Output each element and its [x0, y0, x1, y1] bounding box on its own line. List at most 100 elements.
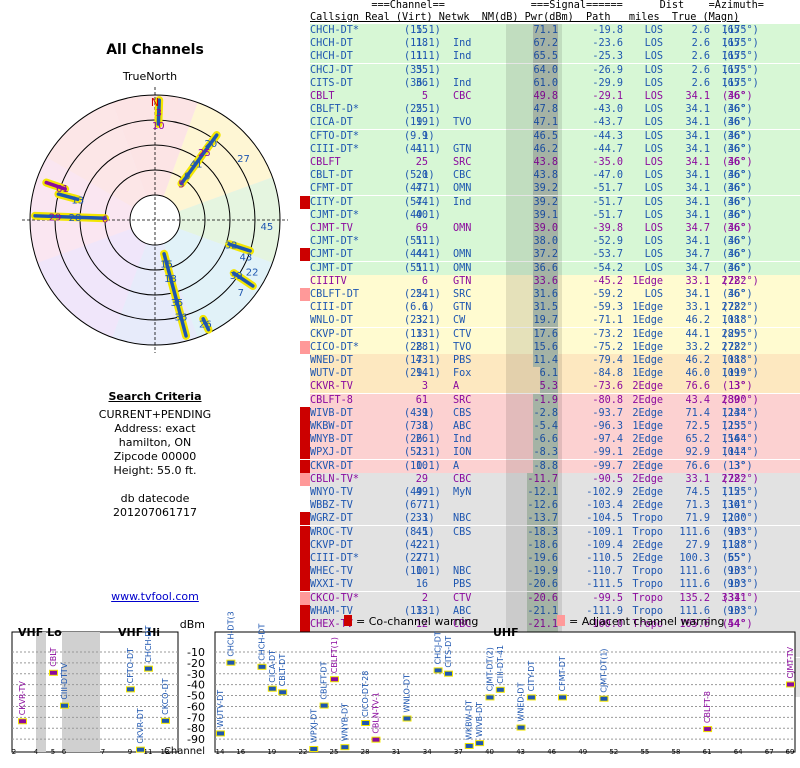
adjacent-legend-icon: [557, 615, 565, 626]
cell-netwk: CBS: [453, 407, 472, 419]
cell-dist: 34.1: [685, 170, 710, 182]
cell-dist: 76.6: [685, 381, 710, 393]
cell-nm: 47.8: [533, 103, 558, 117]
station-mark: [279, 690, 287, 695]
cell-mag: (46°): [722, 196, 753, 208]
cell-callsign: WROC-TV: [310, 526, 353, 538]
x-tick-label: 7: [101, 748, 105, 756]
cell-mag: (46°): [722, 262, 753, 274]
cell-dist: 46.2: [685, 355, 710, 366]
cochannel-warning-icon: [300, 248, 310, 262]
cell-mag: (134°): [722, 407, 759, 419]
cell-netwk: TVO: [453, 341, 472, 353]
table-row: CJMT-DT* 40 (40.1) 39.1 -51.7 LOS 34.1 36° (46°): [310, 208, 800, 222]
cell-netwk: Ind: [453, 434, 472, 446]
cell-nm: 19.7: [533, 314, 558, 328]
table-row: CICO-DT* 28 (28.1) TVO 15.6 -75.2 1Edge 33.2 272…: [300, 340, 800, 354]
station-mark: [320, 703, 328, 708]
cell-nm: 38.0: [533, 235, 558, 249]
cochannel-warning-icon: [300, 420, 310, 433]
cell-mag: (46°): [722, 289, 753, 300]
cell-dist: 111.6: [679, 526, 710, 538]
cell-virt: (49.1): [404, 487, 441, 498]
cell-mag: (175°): [722, 77, 759, 89]
cell-virt: (35.1): [404, 64, 441, 76]
station-mark: [258, 664, 266, 669]
table-row: WNYO-TV 49 (49.1) MyN -12.1 -102.9 2Edge 74.5 11…: [310, 486, 800, 499]
cell-netwk: Ind: [453, 196, 472, 208]
cell-netwk: OMN: [453, 223, 472, 234]
cell-path: 2Edge: [632, 381, 663, 393]
cell-callsign: CJMT-DT: [310, 262, 353, 274]
station-label: CFMT-DT: [558, 656, 567, 691]
station-mark: [465, 743, 473, 748]
adjacent-warning-icon: [300, 340, 310, 354]
table-row: CKCO-TV* 2 CTV -20.6 -99.5 Tropo 135.2 331° (341…: [300, 591, 800, 605]
cell-mag: (46°): [722, 236, 753, 248]
cell-callsign: WUTV-DT: [310, 368, 353, 380]
cell-mag: (13°): [722, 381, 753, 393]
cell-pwr: -43.7: [592, 117, 623, 129]
cell-callsign: CIII-DT: [310, 302, 353, 314]
table-row: WROC-TV 45 (8.1) CBS -18.3 -109.1 Tropo 111.6 93…: [300, 525, 800, 539]
station-mark: [600, 696, 608, 701]
table-row: WPXJ-DT 23 (51.1) ION -8.3 -99.1 2Edge 92.9 104°…: [300, 446, 800, 460]
cell-nm: 43.8: [533, 156, 558, 169]
table-row: WIVB-DT 39 (4.1) CBS -2.8 -93.7 2Edge 71.4 124°(…: [300, 406, 800, 420]
station-label: WNED-DT: [517, 682, 526, 721]
cell-pwr: -53.7: [592, 249, 623, 261]
cell-nm: 6.1: [539, 367, 558, 381]
cell-callsign: CKVR-TV: [310, 381, 353, 393]
x-tick-label: 61: [703, 748, 712, 756]
cell-path: Tropo: [632, 579, 663, 591]
cell-dist: 46.0: [685, 368, 710, 380]
cell-nm: -2.8: [533, 406, 558, 420]
cell-dist: 100.3: [679, 553, 710, 564]
site-link[interactable]: www.tvfool.com: [60, 590, 250, 603]
cell-mag: (300°): [722, 394, 759, 406]
cell-callsign: CIII-DT*: [310, 143, 360, 155]
cell-pwr: -54.2: [592, 262, 623, 274]
cell-pwr: -19.8: [592, 25, 623, 36]
cell-callsign: CBLFT-DT: [310, 289, 360, 300]
station-label: CITS-DT: [444, 636, 453, 668]
cell-dist: 71.9: [685, 513, 710, 525]
cell-netwk: CW: [453, 315, 466, 327]
cell-callsign: CJMT-TV: [310, 223, 353, 234]
cell-mag: (46°): [722, 104, 753, 116]
table-row: CIII-DT* 27 (27.1) -19.6 -110.5 2Edge 100.3 55°…: [300, 552, 800, 565]
cell-virt: (10.1): [404, 460, 441, 472]
cell-path: Tropo: [632, 566, 663, 578]
cell-nm: 46.5: [533, 129, 558, 143]
cell-callsign: CBLFT-D*: [310, 104, 360, 116]
station-label: CJMT-DT(2): [485, 647, 494, 691]
cell-mag: (130°): [722, 513, 759, 525]
cell-dist: 34.1: [685, 91, 710, 102]
polar-label: 25: [198, 148, 211, 159]
cell-callsign: CKCO-TV*: [310, 592, 360, 604]
station-mark: [19, 719, 26, 724]
criteria-title: Search Criteria: [108, 390, 202, 403]
polar-label: 10: [152, 121, 165, 132]
station-label: CKCO-DT: [161, 678, 170, 715]
table-row: CJMT-DT 51 (51.1) OMN 36.6 -54.2 LOS 34.7 36° (46…: [310, 261, 800, 275]
polar-label: 28: [69, 213, 82, 224]
cell-pwr: -111.5: [586, 579, 623, 591]
cell-callsign: WKBW-DT: [310, 421, 353, 432]
cell-pwr: -73.6: [592, 381, 623, 393]
cell-nm: 39.2: [533, 195, 558, 209]
cell-pwr: -93.7: [592, 407, 623, 419]
station-mark: [787, 682, 794, 687]
cell-nm: 37.2: [533, 248, 558, 262]
table-row: CFTO-DT* 9 (9.1) 46.5 -44.3 LOS 34.1 36° (46°): [310, 129, 800, 143]
cell-pwr: -59.2: [592, 289, 623, 300]
cell-dist: 34.1: [685, 196, 710, 208]
station-mark: [217, 731, 224, 736]
cell-dist: 65.2: [685, 434, 710, 446]
cell-callsign: WXXI-TV: [310, 579, 353, 591]
cell-nm: -6.6: [533, 433, 558, 447]
table-row: CFMT-DT 47 (47.1) OMN 39.2 -51.7 LOS 34.1 36° (46…: [310, 182, 800, 196]
cell-pwr: -51.7: [592, 183, 623, 195]
cell-real: 29: [415, 473, 428, 485]
cell-mag: (282°): [722, 302, 759, 314]
